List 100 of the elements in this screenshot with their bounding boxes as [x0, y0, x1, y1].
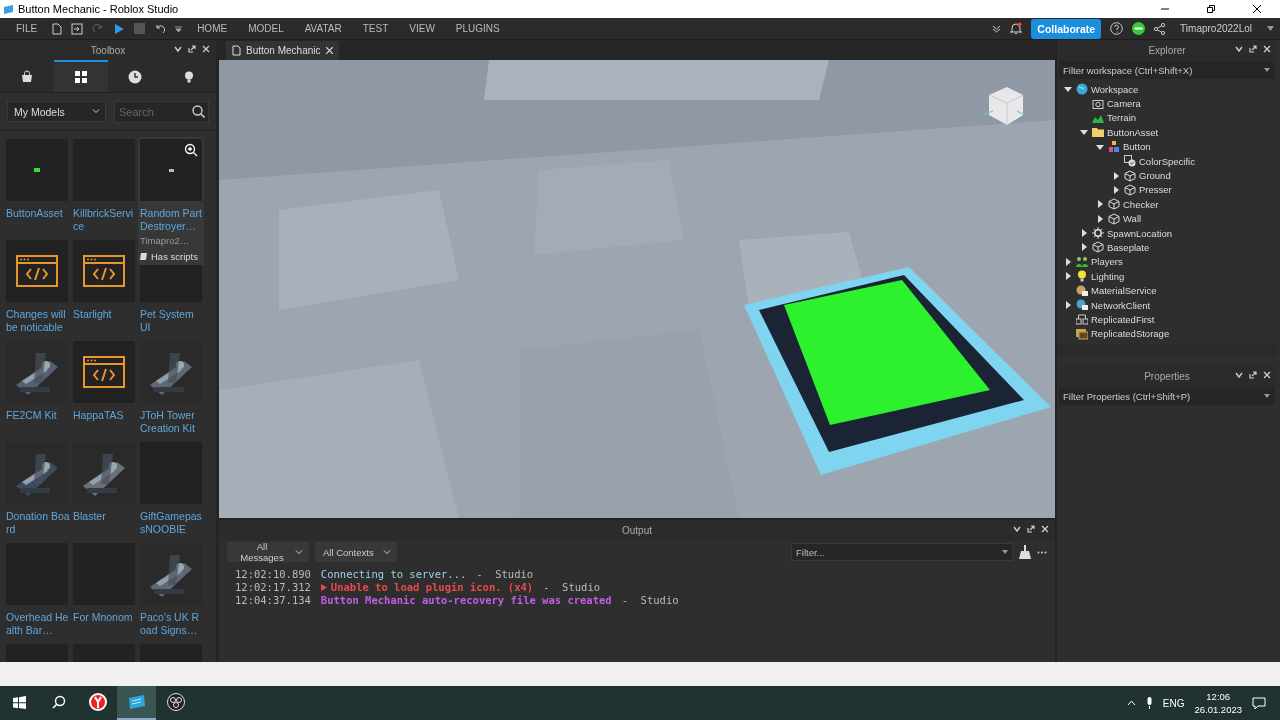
category-dropdown[interactable]: My Models [7, 101, 106, 122]
clock-date[interactable]: 26.01.2023 [1194, 703, 1242, 716]
tree-item[interactable]: Baseplate [1057, 240, 1277, 255]
new-file-icon[interactable] [52, 22, 63, 35]
close-icon[interactable] [1263, 371, 1271, 379]
tree-item[interactable]: MaterialService [1057, 283, 1277, 298]
collapsed-arrow-icon[interactable] [1111, 184, 1121, 195]
tree-item[interactable]: SpawnLocation [1057, 225, 1277, 241]
more-icon[interactable] [1037, 550, 1047, 554]
chevron-down-icon[interactable] [1235, 371, 1243, 379]
undo-icon[interactable] [154, 22, 167, 35]
collapsed-arrow-icon[interactable] [1079, 228, 1089, 239]
more-caret-icon[interactable] [175, 24, 183, 33]
chevron-up-icon[interactable] [1126, 700, 1136, 706]
tree-item[interactable]: Ground [1057, 168, 1277, 183]
ribbon-tab[interactable]: PLUGINS [449, 23, 506, 34]
tree-item[interactable]: ReplicatedStorage [1057, 326, 1277, 342]
model-name-link[interactable]: Blaster [73, 510, 137, 523]
tree-item[interactable]: Button [1057, 139, 1277, 154]
model-thumbnail[interactable] [6, 442, 68, 504]
clock-time[interactable]: 12:06 [1206, 690, 1231, 703]
collapsed-arrow-icon[interactable] [1095, 199, 1105, 210]
tree-item[interactable]: Presser [1057, 182, 1277, 198]
close-icon[interactable] [202, 45, 210, 53]
status-icon[interactable] [1132, 22, 1146, 35]
collapsed-arrow-icon[interactable] [1111, 170, 1121, 181]
tree-item[interactable]: ReplicatedFirst [1057, 312, 1277, 327]
publish-icon[interactable] [71, 22, 84, 35]
model-name-link[interactable]: Pet System UI [140, 308, 204, 334]
model-thumbnail[interactable] [140, 341, 202, 403]
ribbon-tab[interactable]: VIEW [403, 23, 441, 34]
model-name-link[interactable]: Starlight [73, 308, 137, 321]
model-thumbnail[interactable] [140, 543, 202, 605]
model-card-tooltip[interactable]: Random Part Destroyer… Timapro2… Has scripts [138, 137, 204, 265]
model-name-link[interactable]: Changes will be noticable [6, 308, 70, 334]
model-thumbnail[interactable] [6, 341, 68, 403]
collapsed-arrow-icon[interactable] [1063, 256, 1073, 267]
clear-brush-icon[interactable] [1019, 545, 1031, 559]
search-icon[interactable] [192, 105, 205, 118]
model-name-link[interactable]: ButtonAsset [6, 207, 70, 220]
search-field[interactable]: Search [114, 100, 209, 123]
ribbon-tab[interactable]: MODEL [242, 23, 290, 34]
microphone-icon[interactable] [1145, 697, 1153, 709]
document-tab[interactable]: Button Mechanic [226, 41, 339, 60]
chevron-down-icon[interactable] [1235, 45, 1243, 53]
file-menu[interactable]: FILE [10, 23, 44, 34]
tree-item[interactable]: Workspace [1057, 82, 1277, 97]
tree-item[interactable]: Wall [1057, 211, 1277, 226]
filter-field[interactable]: Filter workspace (Ctrl+Shift+X) [1059, 61, 1275, 79]
filter-field[interactable]: Filter Properties (Ctrl+Shift+P) [1059, 387, 1275, 405]
model-thumbnail[interactable] [73, 341, 135, 403]
tree-item[interactable]: NetworkClient [1057, 297, 1277, 313]
tree-item[interactable]: Players [1057, 254, 1277, 270]
model-name-link[interactable]: FE2CM Kit [6, 409, 70, 422]
expand-caret-icon[interactable] [992, 24, 1002, 33]
collapsed-arrow-icon[interactable] [1063, 300, 1073, 311]
language-indicator[interactable]: ENG [1162, 697, 1185, 709]
collapsed-arrow-icon[interactable] [1063, 271, 1073, 282]
model-thumbnail[interactable] [73, 442, 135, 504]
ribbon-tab[interactable]: TEST [356, 23, 395, 34]
tree-item[interactable]: ButtonAsset [1057, 125, 1277, 140]
model-thumbnail[interactable] [6, 240, 68, 302]
chevron-down-icon[interactable] [1013, 525, 1021, 533]
close-icon[interactable] [325, 47, 333, 54]
share-icon[interactable] [1154, 22, 1166, 35]
model-name-link[interactable]: Overhead Health Bar… [6, 611, 70, 637]
close-icon[interactable] [1041, 525, 1049, 533]
model-name-link[interactable]: GiftGamepassNOOBIE [140, 510, 204, 536]
model-name-link[interactable]: Donation Board [6, 510, 70, 536]
caret-down-icon[interactable] [1267, 26, 1274, 31]
collapsed-arrow-icon[interactable] [1095, 213, 1105, 224]
collapsed-arrow-icon[interactable] [1079, 242, 1089, 253]
tree-item[interactable]: Lighting [1057, 269, 1277, 284]
model-name-link[interactable]: JToH Tower Creation Kit [140, 409, 204, 435]
model-thumbnail[interactable] [6, 139, 68, 201]
tree-item[interactable]: Terrain [1057, 110, 1277, 126]
account-menu[interactable]: Timapro2022Lol [1174, 23, 1258, 34]
model-name-link[interactable]: Paco's UK Road Signs… [140, 611, 204, 637]
model-name-link[interactable]: For Mnonom [73, 611, 137, 624]
help-icon[interactable] [1110, 22, 1124, 35]
undock-icon[interactable] [1249, 371, 1257, 379]
chevron-down-icon[interactable] [174, 45, 182, 53]
filter-dropdown[interactable]: All Contexts [315, 542, 397, 562]
model-name-link[interactable]: KillbrickService [73, 207, 137, 233]
undock-icon[interactable] [1027, 525, 1035, 533]
toolbox-tab[interactable] [54, 60, 108, 92]
notifications-icon[interactable] [1252, 696, 1266, 710]
close-icon[interactable] [1263, 45, 1271, 53]
tree-item[interactable]: Camera [1057, 96, 1277, 111]
undock-icon[interactable] [1249, 45, 1257, 53]
expand-arrow-icon[interactable] [320, 584, 327, 591]
filter-dropdown[interactable]: All Messages [227, 542, 309, 562]
filter-field[interactable]: Filter... [791, 543, 1013, 561]
tree-item[interactable]: Checker [1057, 197, 1277, 212]
model-name-link[interactable]: HappaTAS [73, 409, 137, 422]
play-icon[interactable] [113, 22, 126, 35]
undock-icon[interactable] [188, 45, 196, 53]
ribbon-tab[interactable]: AVATAR [298, 23, 348, 34]
model-thumbnail[interactable] [73, 240, 135, 302]
ribbon-tab[interactable]: HOME [191, 23, 234, 34]
